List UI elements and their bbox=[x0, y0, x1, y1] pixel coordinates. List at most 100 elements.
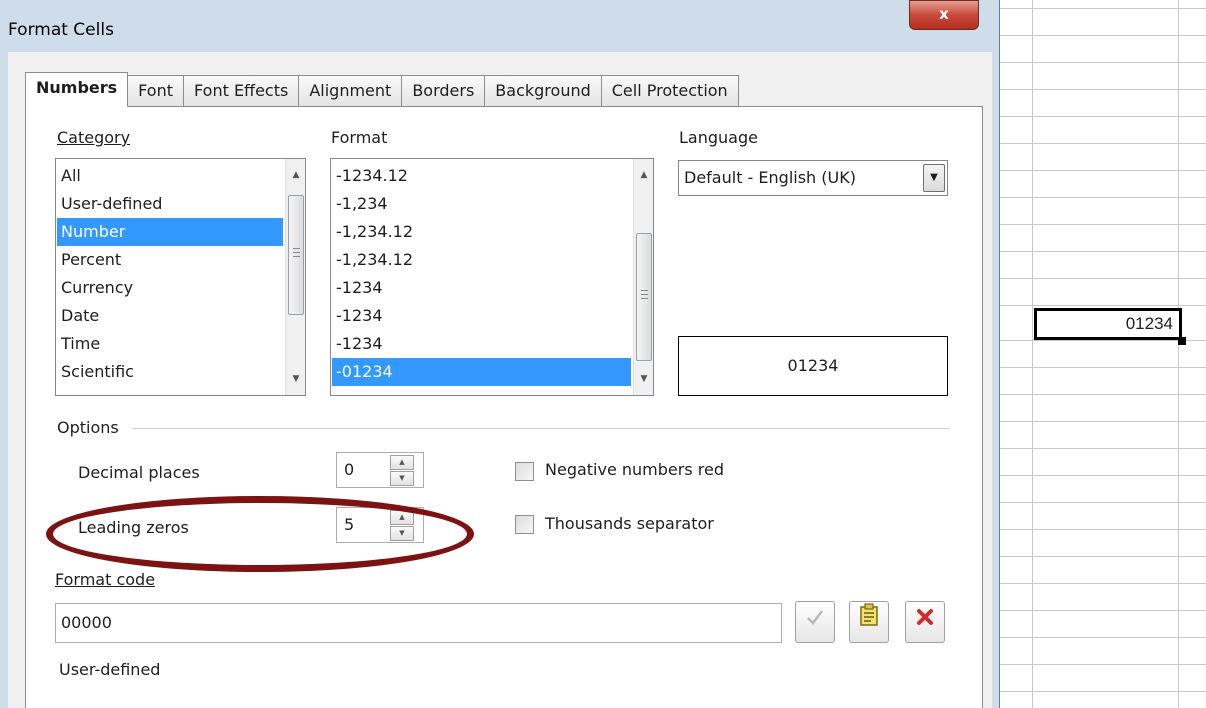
format-item[interactable]: -1,234 bbox=[332, 190, 631, 218]
language-select[interactable]: Default - English (UK) ▼ bbox=[678, 160, 948, 196]
row-gridline bbox=[996, 637, 1206, 638]
delete-icon bbox=[917, 609, 933, 625]
column-gridline bbox=[1032, 0, 1033, 708]
row-gridline bbox=[996, 448, 1206, 449]
row-gridline bbox=[996, 89, 1206, 90]
category-label: Category bbox=[57, 128, 130, 147]
row-gridline bbox=[996, 556, 1206, 557]
scroll-thumb[interactable] bbox=[288, 195, 304, 315]
format-item[interactable]: -1234 bbox=[332, 274, 631, 302]
row-gridline bbox=[996, 170, 1206, 171]
negative-red-checkbox[interactable] bbox=[515, 462, 534, 481]
add-format-button[interactable] bbox=[795, 601, 835, 643]
row-gridline bbox=[996, 62, 1206, 63]
category-listbox[interactable]: All User-defined Number Percent Currency… bbox=[55, 158, 306, 396]
scroll-up-arrow-icon[interactable]: ▲ bbox=[634, 165, 653, 185]
format-scrollbar[interactable]: ▲ ▼ bbox=[633, 159, 653, 395]
decimal-places-value: 0 bbox=[344, 460, 355, 479]
title-bar[interactable]: Format Cells x bbox=[0, 0, 1000, 52]
format-label-text: Format bbox=[331, 128, 388, 147]
tab-background[interactable]: Background bbox=[484, 75, 602, 107]
format-code-value: 00000 bbox=[61, 613, 112, 632]
tab-font[interactable]: Font bbox=[127, 75, 185, 107]
row-gridline bbox=[996, 502, 1206, 503]
category-scrollbar[interactable]: ▲ ▼ bbox=[285, 159, 305, 395]
tab-font-effects[interactable]: Font Effects bbox=[183, 75, 300, 107]
edit-comment-button[interactable] bbox=[849, 601, 889, 643]
language-value: Default - English (UK) bbox=[684, 168, 856, 187]
row-gridline bbox=[996, 664, 1206, 665]
row-gridline bbox=[996, 421, 1206, 422]
row-gridline bbox=[996, 691, 1206, 692]
column-gridline bbox=[1178, 0, 1179, 708]
format-code-input[interactable]: 00000 bbox=[55, 603, 782, 643]
row-gridline bbox=[996, 251, 1206, 252]
category-item-number[interactable]: Number bbox=[57, 218, 283, 246]
tab-cell-protection[interactable]: Cell Protection bbox=[600, 75, 739, 107]
category-item-scientific[interactable]: Scientific bbox=[57, 358, 283, 386]
format-item-selected[interactable]: -01234 bbox=[332, 358, 631, 386]
options-separator bbox=[132, 428, 950, 429]
format-item[interactable]: -1,234.12 bbox=[332, 246, 631, 274]
row-gridline bbox=[996, 475, 1206, 476]
delete-format-button[interactable] bbox=[905, 601, 945, 643]
thousands-separator-checkbox[interactable] bbox=[515, 515, 534, 534]
category-item-percent[interactable]: Percent bbox=[57, 246, 283, 274]
language-label: Language bbox=[679, 128, 758, 147]
format-item[interactable]: -1234.12 bbox=[332, 162, 631, 190]
tab-numbers[interactable]: Numbers bbox=[25, 72, 129, 107]
tab-borders[interactable]: Borders bbox=[401, 75, 486, 107]
format-item[interactable]: -1234 bbox=[332, 302, 631, 330]
row-gridline bbox=[996, 8, 1206, 9]
category-item-currency[interactable]: Currency bbox=[57, 274, 283, 302]
row-gridline bbox=[996, 394, 1206, 395]
language-label-text: Language bbox=[679, 128, 758, 147]
format-label: Format bbox=[331, 128, 387, 147]
format-code-label: Format code bbox=[55, 570, 155, 589]
row-gridline bbox=[996, 197, 1206, 198]
format-status-text: User-defined bbox=[59, 660, 161, 679]
format-code-label-text: Format code bbox=[55, 570, 156, 589]
format-item[interactable]: -1234 bbox=[332, 330, 631, 358]
highlight-ellipse-annotation bbox=[46, 496, 474, 572]
category-item-user-defined[interactable]: User-defined bbox=[57, 190, 283, 218]
spin-up-icon[interactable]: ▲ bbox=[390, 455, 414, 470]
scroll-thumb[interactable] bbox=[636, 233, 652, 361]
spin-down-icon[interactable]: ▼ bbox=[390, 471, 414, 486]
row-gridline bbox=[996, 305, 1206, 306]
row-gridline bbox=[996, 529, 1206, 530]
scroll-down-arrow-icon[interactable]: ▼ bbox=[634, 369, 653, 389]
spreadsheet-grid bbox=[996, 0, 1206, 708]
close-button[interactable]: x bbox=[909, 0, 979, 30]
scroll-down-arrow-icon[interactable]: ▼ bbox=[286, 369, 305, 389]
checkmark-icon bbox=[807, 610, 823, 625]
row-gridline bbox=[996, 583, 1206, 584]
options-group-label: Options bbox=[57, 418, 119, 437]
tab-bar: Numbers Font Font Effects Alignment Bord… bbox=[25, 72, 739, 107]
decimal-places-spinner[interactable]: 0 ▲ ▼ bbox=[336, 452, 424, 488]
dropdown-arrow-icon[interactable]: ▼ bbox=[923, 164, 945, 192]
negative-red-label[interactable]: Negative numbers red bbox=[545, 460, 724, 479]
dialog-title: Format Cells bbox=[8, 20, 114, 40]
category-item-all[interactable]: All bbox=[57, 162, 283, 190]
fill-handle[interactable] bbox=[1178, 337, 1186, 345]
category-item-time[interactable]: Time bbox=[57, 330, 283, 358]
selected-cell[interactable]: 01234 bbox=[1034, 308, 1182, 340]
row-gridline bbox=[996, 367, 1206, 368]
category-item-date[interactable]: Date bbox=[57, 302, 283, 330]
format-item[interactable]: -1,234.12 bbox=[332, 218, 631, 246]
scroll-up-arrow-icon[interactable]: ▲ bbox=[286, 165, 305, 185]
row-gridline bbox=[996, 278, 1206, 279]
category-label-text: Category bbox=[57, 128, 131, 147]
row-gridline bbox=[996, 224, 1206, 225]
row-gridline bbox=[996, 35, 1206, 36]
row-gridline bbox=[996, 143, 1206, 144]
thousands-separator-label[interactable]: Thousands separator bbox=[545, 514, 714, 533]
format-preview: 01234 bbox=[678, 336, 948, 396]
comment-icon bbox=[860, 603, 878, 626]
format-listbox[interactable]: -1234.12 -1,234 -1,234.12 -1,234.12 -123… bbox=[330, 158, 654, 396]
close-icon: x bbox=[939, 5, 949, 23]
tab-alignment[interactable]: Alignment bbox=[298, 75, 403, 107]
row-gridline bbox=[996, 340, 1206, 341]
row-gridline bbox=[996, 116, 1206, 117]
